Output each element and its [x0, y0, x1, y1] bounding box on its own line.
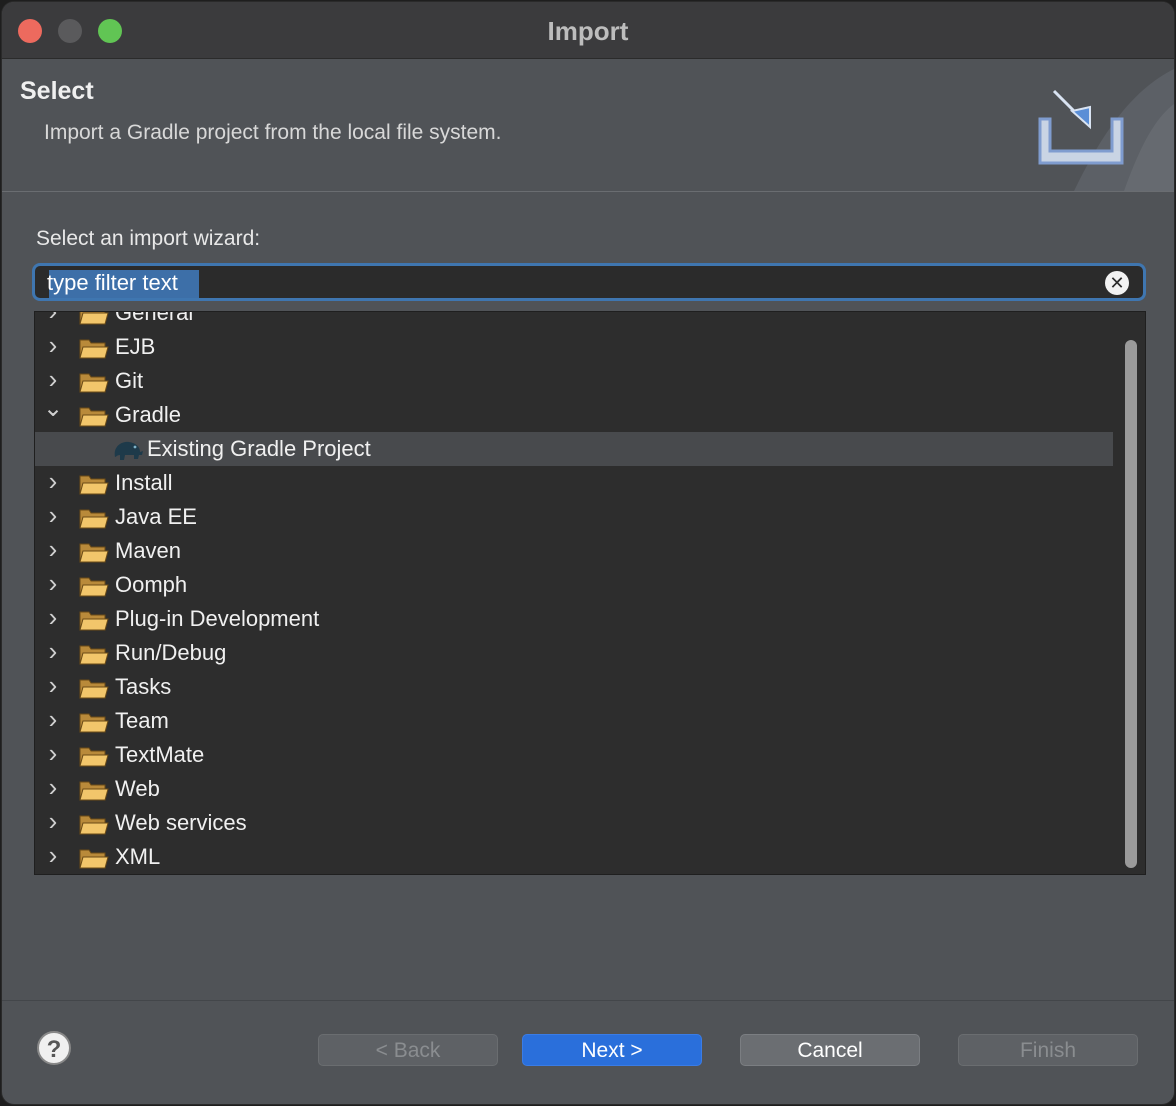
tree-folder-maven[interactable]: › Maven [35, 534, 1113, 568]
tree-item-label: Oomph [115, 572, 188, 597]
tree-folder-git[interactable]: › Git [35, 364, 1113, 398]
chevron-right-icon[interactable]: › [43, 332, 63, 358]
chevron-right-icon[interactable]: › [43, 468, 63, 494]
gradle-elephant-icon [109, 435, 145, 463]
tree-item-label: XML [115, 844, 161, 869]
tree-item-label: General [115, 311, 194, 325]
tree-folder-web-services[interactable]: › Web services [35, 806, 1113, 840]
folder-icon [79, 608, 109, 632]
tree-item-label: EJB [115, 334, 156, 359]
folder-icon [79, 336, 109, 360]
page-description: Import a Gradle project from the local f… [44, 121, 502, 144]
chevron-right-icon[interactable]: › [43, 740, 63, 766]
window-title: Import [547, 16, 629, 46]
tree-item-label: Team [115, 708, 169, 733]
help-button[interactable]: ? [37, 1031, 71, 1065]
chevron-right-icon[interactable]: › [43, 570, 63, 596]
tree-folder-textmate[interactable]: › TextMate [35, 738, 1113, 772]
tree-item-label: Gradle [115, 402, 182, 427]
next-button[interactable]: Next > [522, 1034, 702, 1066]
tree-scrollbar[interactable] [1125, 340, 1137, 868]
wizard-tree[interactable]: › General › EJB › Git ⌄ Gradle Existing Gradle P… [34, 311, 1146, 875]
tree-item-label: Plug-in Development [115, 606, 320, 631]
folder-icon [79, 642, 109, 666]
wizard-banner: Select Import a Gradle project from the … [2, 59, 1174, 192]
tree-item-label: Web services [115, 810, 247, 835]
folder-icon [79, 312, 109, 326]
tree-folder-web[interactable]: › Web [35, 772, 1113, 806]
tree-folder-xml[interactable]: › XML [35, 840, 1113, 874]
chevron-right-icon[interactable]: › [43, 604, 63, 630]
folder-icon [79, 540, 109, 564]
wizard-list-label: Select an import wizard: [36, 227, 261, 250]
chevron-right-icon[interactable]: › [43, 502, 63, 528]
tree-item-label: Maven [115, 538, 182, 563]
chevron-right-icon[interactable]: › [43, 808, 63, 834]
tree-folder-install[interactable]: › Install [35, 466, 1113, 500]
tree-item-existing-gradle-project[interactable]: Existing Gradle Project [35, 432, 1113, 466]
clear-filter-icon[interactable]: ✕ [1105, 271, 1129, 295]
folder-icon [79, 676, 109, 700]
folder-icon [79, 846, 109, 870]
tree-folder-java-ee[interactable]: › Java EE [35, 500, 1113, 534]
folder-icon [79, 370, 109, 394]
tree-item-label: TextMate [115, 742, 205, 767]
tree-item-label: Java EE [115, 504, 197, 529]
folder-icon [79, 710, 109, 734]
folder-icon [79, 404, 109, 428]
wizard-tree-rows: › General › EJB › Git ⌄ Gradle Existing Gradle P… [35, 311, 1113, 874]
folder-icon [79, 574, 109, 598]
tree-item-label: Run/Debug [115, 640, 227, 665]
tree-item-label: Git [115, 368, 144, 393]
chevron-right-icon[interactable]: › [43, 536, 63, 562]
chevron-right-icon[interactable]: › [43, 706, 63, 732]
page-title: Select [20, 77, 94, 105]
chevron-right-icon[interactable]: › [43, 774, 63, 800]
tree-folder-gradle[interactable]: ⌄ Gradle [35, 397, 1113, 432]
tree-item-label: Existing Gradle Project [147, 436, 371, 461]
tree-folder-run-debug[interactable]: › Run/Debug [35, 636, 1113, 670]
folder-icon [79, 472, 109, 496]
tree-folder-general[interactable]: › General [35, 311, 1113, 330]
chevron-right-icon[interactable]: › [43, 842, 63, 868]
tree-item-label: Tasks [115, 674, 172, 699]
folder-icon [79, 744, 109, 768]
finish-button[interactable]: Finish [958, 1034, 1138, 1066]
folder-icon [79, 506, 109, 530]
tree-folder-tasks[interactable]: › Tasks [35, 670, 1113, 704]
import-wizard-icon [1038, 69, 1174, 191]
import-dialog: Import Select Import a Gradle project fr… [2, 2, 1174, 1104]
tree-folder-ejb[interactable]: › EJB [35, 330, 1113, 364]
filter-input[interactable] [47, 268, 1087, 298]
tree-folder-plug-in-development[interactable]: › Plug-in Development [35, 602, 1113, 636]
tree-item-label: Web [115, 776, 160, 801]
tree-item-label: Install [115, 470, 173, 495]
chevron-right-icon[interactable]: › [43, 672, 63, 698]
title-bar: Import [2, 2, 1174, 59]
back-button[interactable]: < Back [318, 1034, 498, 1066]
chevron-right-icon[interactable]: › [43, 366, 63, 392]
tree-folder-team[interactable]: › Team [35, 704, 1113, 738]
folder-icon [79, 778, 109, 802]
folder-icon [79, 812, 109, 836]
cancel-button[interactable]: Cancel [740, 1034, 920, 1066]
button-bar-divider [2, 1000, 1174, 1001]
filter-field[interactable]: ✕ [32, 263, 1146, 301]
chevron-right-icon[interactable]: › [43, 312, 63, 324]
tree-folder-oomph[interactable]: › Oomph [35, 568, 1113, 602]
chevron-right-icon[interactable]: › [43, 638, 63, 664]
chevron-down-icon[interactable]: ⌄ [43, 397, 63, 424]
